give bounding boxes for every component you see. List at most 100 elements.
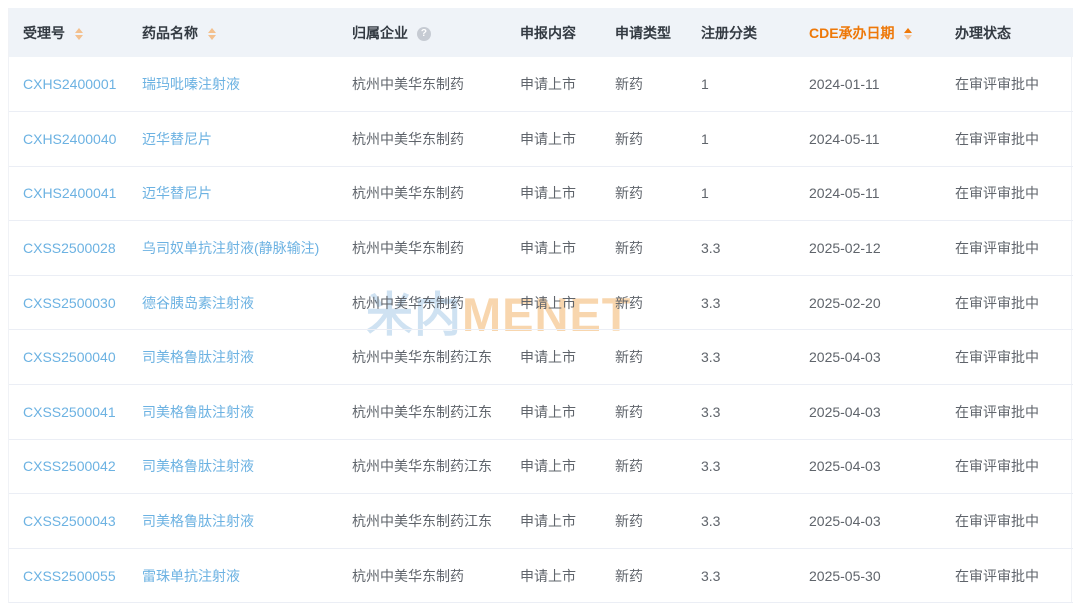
cell-registration-class: 1	[701, 166, 809, 222]
col-header-acceptance-no[interactable]: 受理号	[9, 8, 142, 57]
cell-company: 杭州中美华东制药	[352, 166, 520, 222]
cell-application-type: 新药	[615, 493, 701, 549]
drug-name-link[interactable]: 司美格鲁肽注射液	[142, 513, 254, 529]
cell-declared-content: 申请上市	[520, 439, 615, 495]
cell-declared-content: 申请上市	[520, 384, 615, 440]
cell-application-type: 新药	[615, 548, 701, 604]
cell-status: 在审评审批中	[955, 548, 1073, 604]
sort-icon[interactable]	[207, 27, 216, 40]
cell-drug-name: 乌司奴单抗注射液(静脉输注)	[142, 220, 352, 276]
cell-company: 杭州中美华东制药	[352, 57, 520, 113]
col-header-company: 归属企业 ?	[352, 8, 520, 57]
cell-status: 在审评审批中	[955, 220, 1073, 276]
cell-status: 在审评审批中	[955, 275, 1073, 331]
cell-acceptance-no: CXHS2400041	[9, 166, 142, 222]
cell-acceptance-no: CXSS2500040	[9, 329, 142, 386]
drug-name-link[interactable]: 瑞玛吡嗪注射液	[142, 76, 240, 92]
col-header-status: 办理状态	[955, 8, 1073, 57]
acceptance-no-link[interactable]: CXHS2400041	[23, 185, 116, 201]
cell-application-type: 新药	[615, 439, 701, 495]
cell-status: 在审评审批中	[955, 329, 1073, 386]
cell-company: 杭州中美华东制药江东	[352, 439, 520, 495]
cell-company: 杭州中美华东制药	[352, 111, 520, 167]
cell-registration-class: 3.3	[701, 384, 809, 440]
table-row: CXSS2500041 司美格鲁肽注射液 杭州中美华东制药江东 申请上市 新药 …	[9, 384, 1073, 440]
sort-icon[interactable]	[74, 27, 83, 40]
col-header-drug-name[interactable]: 药品名称	[142, 8, 352, 57]
cell-cde-date: 2025-04-03	[809, 493, 955, 549]
cell-cde-date: 2025-04-03	[809, 384, 955, 440]
acceptance-no-link[interactable]: CXHS2400001	[23, 76, 116, 92]
cell-drug-name: 司美格鲁肽注射液	[142, 384, 352, 440]
acceptance-no-link[interactable]: CXSS2500041	[23, 404, 116, 420]
cell-application-type: 新药	[615, 329, 701, 386]
cell-registration-class: 3.3	[701, 329, 809, 386]
drug-name-link[interactable]: 乌司奴单抗注射液(静脉输注)	[142, 240, 319, 256]
col-label-status: 办理状态	[955, 24, 1011, 41]
table-row: CXSS2500043 司美格鲁肽注射液 杭州中美华东制药江东 申请上市 新药 …	[9, 493, 1073, 549]
cell-acceptance-no: CXSS2500041	[9, 384, 142, 440]
table-row: CXSS2500030 德谷胰岛素注射液 杭州中美华东制药 申请上市 新药 3.…	[9, 275, 1073, 331]
cell-registration-class: 3.3	[701, 493, 809, 549]
acceptance-no-link[interactable]: CXSS2500043	[23, 513, 116, 529]
col-header-cde-date[interactable]: CDE承办日期	[809, 8, 955, 57]
cell-declared-content: 申请上市	[520, 220, 615, 276]
drug-name-link[interactable]: 司美格鲁肽注射液	[142, 349, 254, 365]
cell-declared-content: 申请上市	[520, 548, 615, 604]
cell-registration-class: 3.3	[701, 220, 809, 276]
col-label-registration-class: 注册分类	[701, 24, 757, 41]
cell-acceptance-no: CXSS2500028	[9, 220, 142, 276]
drug-name-link[interactable]: 迈华替尼片	[142, 131, 212, 147]
cell-cde-date: 2025-05-30	[809, 548, 955, 604]
drug-name-link[interactable]: 雷珠单抗注射液	[142, 568, 240, 584]
registration-table: 受理号 药品名称 归属企业 ? 申报内容 申请类型 注册分类 CDE承办日期 办…	[8, 8, 1073, 604]
drug-name-link[interactable]: 迈华替尼片	[142, 185, 212, 201]
cell-application-type: 新药	[615, 220, 701, 276]
cell-acceptance-no: CXHS2400001	[9, 57, 142, 113]
help-icon[interactable]: ?	[416, 26, 431, 41]
cell-declared-content: 申请上市	[520, 166, 615, 222]
caret-down-icon	[904, 34, 913, 40]
cell-drug-name: 司美格鲁肽注射液	[142, 329, 352, 386]
cell-registration-class: 1	[701, 57, 809, 113]
cell-acceptance-no: CXHS2400040	[9, 111, 142, 167]
cell-declared-content: 申请上市	[520, 493, 615, 549]
drug-name-link[interactable]: 司美格鲁肽注射液	[142, 404, 254, 420]
cell-application-type: 新药	[615, 166, 701, 222]
table-row: CXSS2500055 雷珠单抗注射液 杭州中美华东制药 申请上市 新药 3.3…	[9, 548, 1073, 604]
acceptance-no-link[interactable]: CXHS2400040	[23, 131, 116, 147]
caret-up-icon	[904, 27, 913, 33]
drug-name-link[interactable]: 司美格鲁肽注射液	[142, 458, 254, 474]
table-row: CXHS2400040 迈华替尼片 杭州中美华东制药 申请上市 新药 1 202…	[9, 111, 1073, 167]
cell-registration-class: 3.3	[701, 439, 809, 495]
cell-cde-date: 2024-05-11	[809, 166, 955, 222]
col-label-drug-name: 药品名称	[142, 24, 198, 41]
cell-drug-name: 雷珠单抗注射液	[142, 548, 352, 604]
acceptance-no-link[interactable]: CXSS2500028	[23, 240, 116, 256]
acceptance-no-link[interactable]: CXSS2500040	[23, 349, 116, 365]
cell-status: 在审评审批中	[955, 384, 1073, 440]
cell-company: 杭州中美华东制药	[352, 548, 520, 604]
cell-declared-content: 申请上市	[520, 111, 615, 167]
col-header-registration-class: 注册分类	[701, 8, 809, 57]
cell-application-type: 新药	[615, 57, 701, 113]
cell-application-type: 新药	[615, 111, 701, 167]
sort-icon-active[interactable]	[904, 27, 913, 40]
table-row: CXSS2500042 司美格鲁肽注射液 杭州中美华东制药江东 申请上市 新药 …	[9, 439, 1073, 495]
table-row: CXHS2400041 迈华替尼片 杭州中美华东制药 申请上市 新药 1 202…	[9, 166, 1073, 222]
cell-drug-name: 迈华替尼片	[142, 166, 352, 222]
col-label-cde-date: CDE承办日期	[809, 24, 895, 41]
acceptance-no-link[interactable]: CXSS2500042	[23, 458, 116, 474]
cell-acceptance-no: CXSS2500030	[9, 275, 142, 331]
cell-registration-class: 1	[701, 111, 809, 167]
cell-company: 杭州中美华东制药江东	[352, 384, 520, 440]
cell-drug-name: 瑞玛吡嗪注射液	[142, 57, 352, 113]
table-row: CXSS2500040 司美格鲁肽注射液 杭州中美华东制药江东 申请上市 新药 …	[9, 329, 1073, 386]
acceptance-no-link[interactable]: CXSS2500055	[23, 568, 116, 584]
drug-name-link[interactable]: 德谷胰岛素注射液	[142, 295, 254, 311]
acceptance-no-link[interactable]: CXSS2500030	[23, 295, 116, 311]
table-row: CXHS2400001 瑞玛吡嗪注射液 杭州中美华东制药 申请上市 新药 1 2…	[9, 57, 1073, 113]
cell-drug-name: 迈华替尼片	[142, 111, 352, 167]
caret-down-icon	[74, 34, 83, 40]
header-row: 受理号 药品名称 归属企业 ? 申报内容 申请类型 注册分类 CDE承办日期 办…	[9, 8, 1073, 57]
